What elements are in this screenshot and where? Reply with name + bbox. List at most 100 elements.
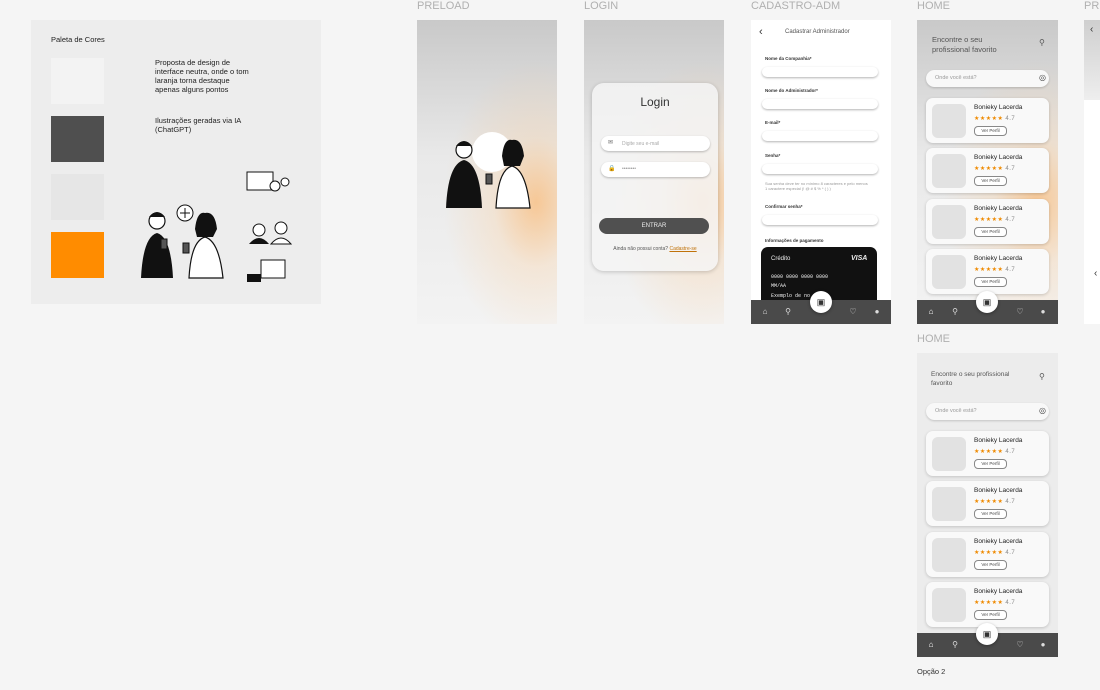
user-icon[interactable]: ● (872, 307, 882, 317)
back-icon[interactable]: ‹ (1090, 24, 1093, 35)
card-number: 0000 0000 0000 0000 (771, 274, 829, 280)
user-icon[interactable]: ● (1038, 307, 1048, 317)
pro-name: Bonieky Lacerda (974, 255, 1023, 262)
pro-name: Bonieky Lacerda (974, 588, 1023, 595)
pro-rating: ★★★★★ 4.7 (974, 216, 1015, 223)
chevron-left-icon[interactable]: ‹ (1094, 268, 1097, 279)
company-field[interactable] (762, 67, 878, 77)
rating-value: 4.7 (1005, 550, 1016, 556)
stars-icon: ★★★★★ (974, 499, 1004, 505)
location-placeholder: Onde você está? (935, 408, 977, 414)
pro-card[interactable]: Bonieky Lacerda ★★★★★ 4.7 Ver Perfil (926, 582, 1049, 627)
pro-rating: ★★★★★ 4.7 (974, 115, 1015, 122)
pro-photo (932, 538, 966, 572)
admin-field[interactable] (762, 99, 878, 109)
home-icon[interactable]: ⌂ (760, 307, 770, 317)
pro-name: Bonieky Lacerda (974, 437, 1023, 444)
pro-name: Bonieky Lacerda (974, 154, 1023, 161)
frame-title-login: LOGIN (584, 0, 619, 12)
search-icon[interactable]: ⚲ (950, 640, 960, 650)
search-icon[interactable]: ⚲ (1039, 38, 1045, 47)
register-link[interactable]: Cadastre-se (669, 246, 696, 252)
view-profile-button[interactable]: Ver Perfil (974, 176, 1007, 186)
user-icon[interactable]: ● (1038, 640, 1048, 650)
view-profile-button[interactable]: Ver Perfil (974, 509, 1007, 519)
back-icon[interactable]: ‹ (759, 26, 763, 38)
admin-label: Nome do Administrador* (765, 88, 818, 93)
swatch-orange (51, 232, 104, 278)
location-target-icon[interactable]: ◎ (1039, 73, 1046, 82)
frame-title-profile: PR (1084, 0, 1100, 12)
pro-rating: ★★★★★ 4.7 (974, 549, 1015, 556)
search-icon[interactable]: ⚲ (950, 307, 960, 317)
stars-icon: ★★★★★ (974, 166, 1004, 172)
pro-photo (932, 104, 966, 138)
heart-icon[interactable]: ♡ (848, 307, 858, 317)
home-screen: Encontre o seu profissional favorito ⚲ O… (917, 20, 1058, 324)
email-label: E-mail* (765, 120, 781, 125)
enter-button[interactable]: ENTRAR (599, 218, 709, 234)
login-screen: Login ✉ Digite seu e-mail 🔒 •••••••• ENT… (584, 20, 724, 324)
pro-photo (932, 588, 966, 622)
pro-card[interactable]: Bonieky Lacerda ★★★★★ 4.7 Ver Perfil (926, 532, 1049, 577)
pro-card[interactable]: Bonieky Lacerda ★★★★★ 4.7 Ver Perfil (926, 481, 1049, 526)
search-icon[interactable]: ⚲ (1039, 372, 1045, 381)
heart-icon[interactable]: ♡ (1015, 640, 1025, 650)
email-field[interactable]: ✉ Digite seu e-mail (601, 136, 710, 151)
home-icon[interactable]: ⌂ (926, 640, 936, 650)
palette-title: Paleta de Cores (51, 35, 105, 44)
stars-icon: ★★★★★ (974, 267, 1004, 273)
frame-title-cadastro: CADASTRO-ADM (751, 0, 841, 12)
login-title: Login (640, 95, 670, 109)
view-profile-button[interactable]: Ver Perfil (974, 560, 1007, 570)
rating-value: 4.7 (1005, 600, 1016, 606)
card-expiry: MM/AA (771, 283, 787, 289)
calendar-icon[interactable]: ▣ (976, 291, 998, 313)
company-label: Nome da Companhia* (765, 56, 812, 61)
confirm-field[interactable] (762, 215, 878, 225)
pro-rating: ★★★★★ 4.7 (974, 165, 1015, 172)
small-illustrations (246, 171, 293, 282)
home-screen-option2: Encontre o seu profissional favorito ⚲ O… (917, 353, 1058, 657)
card-type: Crédito (771, 256, 791, 262)
password-label: Senha* (765, 153, 781, 158)
pro-card[interactable]: Bonieky Lacerda ★★★★★ 4.7 Ver Perfil (926, 148, 1049, 193)
rating-value: 4.7 (1005, 217, 1016, 223)
location-search[interactable]: Onde você está? ◎ (926, 70, 1049, 87)
swatch-light (51, 58, 104, 104)
pro-name: Bonieky Lacerda (974, 487, 1023, 494)
palette-panel: Paleta de Cores Proposta de design de in… (31, 20, 321, 304)
confirm-label: Confirmar senha* (765, 204, 803, 209)
location-search[interactable]: Onde você está? ◎ (926, 403, 1049, 420)
pro-card[interactable]: Bonieky Lacerda ★★★★★ 4.7 Ver Perfil (926, 199, 1049, 244)
pro-rating: ★★★★★ 4.7 (974, 448, 1015, 455)
email-placeholder: Digite seu e-mail (622, 141, 660, 147)
location-placeholder: Onde você está? (935, 75, 977, 81)
design-note: Proposta de design de interface neutra, … (155, 58, 249, 94)
location-target-icon[interactable]: ◎ (1039, 406, 1046, 415)
password-field[interactable]: 🔒 •••••••• (601, 162, 710, 177)
search-icon[interactable]: ⚲ (783, 307, 793, 317)
email-field-adm[interactable] (762, 131, 878, 141)
password-placeholder: •••••••• (622, 166, 637, 172)
view-profile-button[interactable]: Ver Perfil (974, 610, 1007, 620)
view-profile-button[interactable]: Ver Perfil (974, 227, 1007, 237)
home-icon[interactable]: ⌂ (926, 307, 936, 317)
pro-card[interactable]: Bonieky Lacerda ★★★★★ 4.7 Ver Perfil (926, 431, 1049, 476)
calendar-icon[interactable]: ▣ (976, 623, 998, 645)
view-profile-button[interactable]: Ver Perfil (974, 126, 1007, 136)
password-field-adm[interactable] (762, 164, 878, 174)
pro-card[interactable]: Bonieky Lacerda ★★★★★ 4.7 Ver Perfil (926, 98, 1049, 143)
signup-line: Ainda não possui conta? Cadastre-se (592, 246, 718, 252)
lock-icon: 🔒 (608, 166, 616, 172)
view-profile-button[interactable]: Ver Perfil (974, 459, 1007, 469)
heart-icon[interactable]: ♡ (1015, 307, 1025, 317)
calendar-icon[interactable]: ▣ (810, 291, 832, 313)
stars-icon: ★★★★★ (974, 449, 1004, 455)
stars-icon: ★★★★★ (974, 217, 1004, 223)
pro-photo (932, 205, 966, 239)
pro-photo (932, 255, 966, 289)
frame-title-home: HOME (917, 0, 950, 12)
pro-card[interactable]: Bonieky Lacerda ★★★★★ 4.7 Ver Perfil (926, 249, 1049, 294)
view-profile-button[interactable]: Ver Perfil (974, 277, 1007, 287)
